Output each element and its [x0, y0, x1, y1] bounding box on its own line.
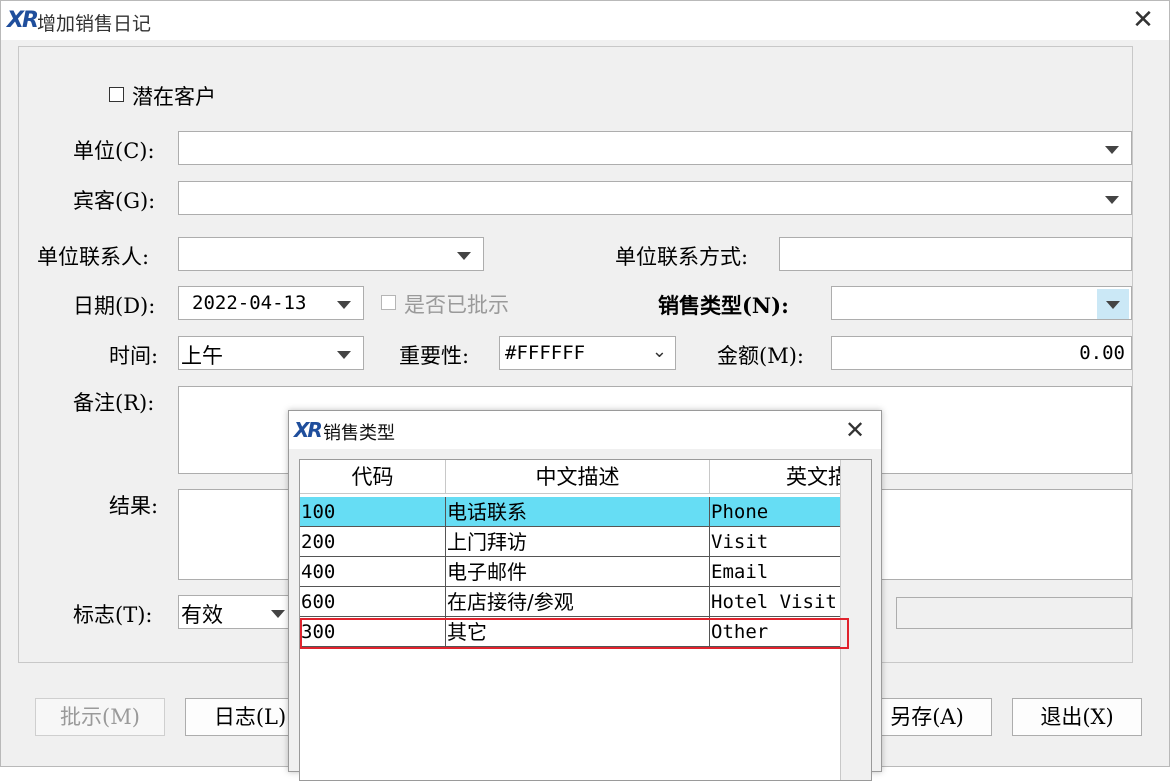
- guest-combo[interactable]: [178, 181, 1132, 215]
- time-combo[interactable]: 上午: [178, 336, 364, 370]
- code-cell: 400: [300, 557, 446, 587]
- table-row[interactable]: 200 上门拜访 Visit: [300, 527, 840, 557]
- cn-cell: 上门拜访: [446, 527, 710, 557]
- cn-cell: 在店接待/参观: [446, 587, 710, 617]
- close-icon[interactable]: ✕: [1128, 5, 1158, 35]
- contact-label: 单位联系人:: [37, 245, 150, 269]
- flag-combo[interactable]: 有效: [178, 595, 298, 629]
- contact-method-label: 单位联系方式:: [615, 245, 749, 269]
- chevron-down-icon[interactable]: [1106, 301, 1120, 309]
- remark-label: 备注(R):: [73, 391, 155, 415]
- en-cell: Phone: [710, 497, 840, 527]
- popup-title-bar: XR 销售类型 ✕: [289, 411, 881, 449]
- importance-combo[interactable]: #FFFFFF ⌄: [499, 336, 676, 370]
- app-logo: XR: [294, 418, 323, 442]
- potential-customer-label: 潜在客户: [132, 85, 216, 109]
- date-picker[interactable]: 2022-04-13: [178, 286, 364, 320]
- cn-cell: 电子邮件: [446, 557, 710, 587]
- amount-input[interactable]: 0.00: [831, 336, 1132, 370]
- popup-title: 销售类型: [323, 423, 395, 444]
- contact-combo[interactable]: [178, 237, 484, 271]
- guest-label: 宾客(G):: [73, 189, 156, 213]
- vertical-scrollbar[interactable]: [840, 460, 871, 780]
- exit-button[interactable]: 退出(X): [1012, 698, 1142, 736]
- table-row[interactable]: 600 在店接待/参观 Hotel Visit: [300, 587, 840, 617]
- window-title: 增加销售日记: [37, 13, 152, 35]
- importance-label: 重要性:: [399, 344, 470, 368]
- amount-label: 金额(M):: [717, 344, 804, 368]
- en-cell: Visit: [710, 527, 840, 557]
- code-cell: 200: [300, 527, 446, 557]
- code-cell: 100: [300, 497, 446, 527]
- en-cell: Hotel Visit: [710, 587, 840, 617]
- chevron-down-icon[interactable]: [337, 351, 351, 359]
- unit-label: 单位(C):: [73, 139, 155, 163]
- flag-extra-input: [896, 597, 1132, 629]
- chevron-down-icon[interactable]: [457, 252, 471, 260]
- cn-cell: 电话联系: [446, 497, 710, 527]
- en-cell: Email: [710, 557, 840, 587]
- result-label: 结果:: [109, 494, 159, 518]
- app-logo: XR: [7, 8, 39, 33]
- approved-checkbox[interactable]: [381, 295, 396, 310]
- close-icon[interactable]: ✕: [840, 415, 870, 445]
- title-bar: XR 增加销售日记 ✕: [1, 1, 1169, 40]
- sales-type-grid: 代码 中文描述 英文描 100 电话联系 Phone 200 上门拜访 Visi…: [299, 459, 872, 781]
- column-header-code[interactable]: 代码: [300, 460, 446, 494]
- chevron-down-icon[interactable]: [271, 610, 285, 618]
- table-row[interactable]: 400 电子邮件 Email: [300, 557, 840, 587]
- flag-label: 标志(T):: [73, 603, 153, 627]
- chevron-down-icon[interactable]: ⌄: [652, 341, 667, 362]
- approve-button[interactable]: 批示(M): [35, 698, 165, 736]
- column-header-cn[interactable]: 中文描述: [446, 460, 710, 494]
- potential-customer-checkbox[interactable]: [109, 87, 124, 102]
- contact-method-input[interactable]: [779, 237, 1132, 271]
- time-label: 时间:: [109, 344, 159, 368]
- code-cell: 600: [300, 587, 446, 617]
- cn-cell: 其它: [446, 617, 710, 647]
- chevron-down-icon[interactable]: [1105, 196, 1119, 204]
- sales-type-combo[interactable]: [831, 286, 1132, 320]
- en-cell: Other: [710, 617, 840, 647]
- approved-label: 是否已批示: [404, 293, 509, 317]
- sales-type-popup: XR 销售类型 ✕ 代码 中文描述 英文描 100 电话联系 Phone 200…: [288, 410, 882, 781]
- table-row[interactable]: 300 其它 Other: [300, 617, 840, 647]
- unit-combo[interactable]: [178, 131, 1132, 165]
- date-label: 日期(D):: [73, 294, 156, 318]
- chevron-down-icon[interactable]: [337, 301, 351, 309]
- sales-type-label: 销售类型(N):: [658, 293, 789, 318]
- table-row[interactable]: 100 电话联系 Phone: [300, 497, 840, 527]
- chevron-down-icon[interactable]: [1105, 146, 1119, 154]
- dropdown-button[interactable]: [1097, 289, 1129, 319]
- code-cell: 300: [300, 617, 446, 647]
- column-header-en[interactable]: 英文描: [710, 460, 845, 494]
